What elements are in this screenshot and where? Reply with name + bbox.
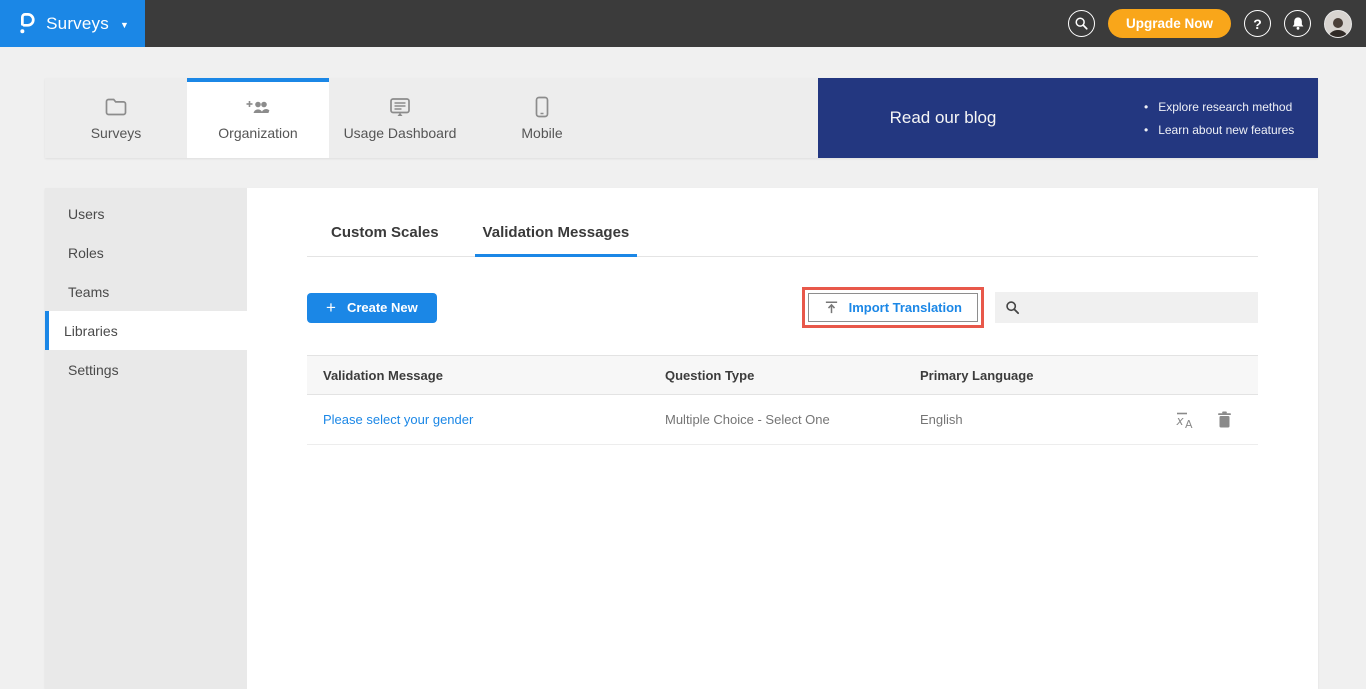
banner-title: Read our blog xyxy=(818,108,1068,128)
tab-surveys[interactable]: Surveys xyxy=(45,78,187,158)
question-mark-icon: ? xyxy=(1253,16,1262,32)
translate-button[interactable]: x A xyxy=(1174,410,1196,430)
svg-text:A: A xyxy=(1185,418,1193,430)
search-input[interactable] xyxy=(1028,300,1248,315)
sidebar-item-teams[interactable]: Teams xyxy=(45,272,247,311)
chevron-down-icon: ▼ xyxy=(120,20,129,30)
sidebar-item-label: Libraries xyxy=(64,323,118,339)
translate-icon: x A xyxy=(1174,410,1196,430)
search-field-container xyxy=(995,292,1258,323)
sidebar-item-label: Settings xyxy=(68,362,119,378)
module-nav-card: Surveys Organization xyxy=(45,78,1318,158)
help-button[interactable]: ? xyxy=(1244,10,1271,37)
svg-text:x: x xyxy=(1176,414,1185,428)
tab-label: Surveys xyxy=(91,125,142,141)
search-button[interactable] xyxy=(1068,10,1095,37)
dashboard-icon xyxy=(388,96,412,118)
tab-label: Usage Dashboard xyxy=(344,125,457,141)
import-translation-label: Import Translation xyxy=(849,300,962,315)
folder-icon xyxy=(104,96,128,118)
sidebar-item-settings[interactable]: Settings xyxy=(45,350,247,389)
sidebar-item-users[interactable]: Users xyxy=(45,194,247,233)
column-header-validation-message: Validation Message xyxy=(307,368,665,383)
user-avatar[interactable] xyxy=(1324,10,1352,38)
organization-panel: Users Roles Teams Libraries Settings Cus… xyxy=(45,188,1318,689)
column-header-question-type: Question Type xyxy=(665,368,920,383)
tab-custom-scales[interactable]: Custom Scales xyxy=(323,224,447,257)
sidebar-item-label: Roles xyxy=(68,245,104,261)
tab-label: Organization xyxy=(218,125,297,141)
questionpro-logo-icon xyxy=(16,11,36,36)
row-actions: x A xyxy=(1138,410,1258,430)
product-switcher[interactable]: Surveys ▼ xyxy=(0,0,145,47)
column-header-primary-language: Primary Language xyxy=(920,368,1138,383)
upgrade-now-button[interactable]: Upgrade Now xyxy=(1108,9,1231,38)
validation-messages-table: Validation Message Question Type Primary… xyxy=(307,355,1258,445)
toolbar: + Create New Import Translation xyxy=(307,287,1258,328)
bell-icon xyxy=(1291,16,1305,31)
sidebar-item-libraries[interactable]: Libraries xyxy=(45,311,247,350)
table-row: Please select your gender Multiple Choic… xyxy=(307,395,1258,445)
sidebar-item-label: Users xyxy=(68,206,105,222)
library-tabs: Custom Scales Validation Messages xyxy=(307,224,1258,257)
banner-bullet: Learn about new features xyxy=(1144,123,1294,137)
trash-icon xyxy=(1217,411,1232,429)
libraries-content: Custom Scales Validation Messages + Crea… xyxy=(247,188,1318,689)
import-translation-highlight-box: Import Translation xyxy=(802,287,984,328)
sidebar-item-roles[interactable]: Roles xyxy=(45,233,247,272)
search-icon xyxy=(1005,300,1020,315)
tab-validation-messages[interactable]: Validation Messages xyxy=(475,224,638,257)
table-header-row: Validation Message Question Type Primary… xyxy=(307,355,1258,395)
banner-bullet: Explore research method xyxy=(1144,100,1294,114)
topbar: Surveys ▼ Upgrade Now ? xyxy=(0,0,1366,47)
module-tabs: Surveys Organization xyxy=(45,78,818,158)
tab-mobile[interactable]: Mobile xyxy=(471,78,613,158)
upload-icon xyxy=(824,300,839,315)
product-name: Surveys xyxy=(46,14,109,34)
blog-promo-banner[interactable]: Read our blog Explore research method Le… xyxy=(818,78,1318,158)
mobile-icon xyxy=(535,96,549,118)
sidebar-item-label: Teams xyxy=(68,284,109,300)
question-type-cell: Multiple Choice - Select One xyxy=(665,412,920,427)
import-translation-button[interactable]: Import Translation xyxy=(808,293,978,322)
create-new-button[interactable]: + Create New xyxy=(307,293,437,323)
validation-message-link[interactable]: Please select your gender xyxy=(307,412,665,427)
organization-icon xyxy=(245,96,271,118)
notifications-button[interactable] xyxy=(1284,10,1311,37)
tab-usage-dashboard[interactable]: Usage Dashboard xyxy=(329,78,471,158)
delete-button[interactable] xyxy=(1217,411,1232,429)
banner-bullet-list: Explore research method Learn about new … xyxy=(1144,100,1294,137)
organization-sidebar: Users Roles Teams Libraries Settings xyxy=(45,188,247,689)
search-icon xyxy=(1074,16,1089,31)
plus-icon: + xyxy=(326,299,336,316)
create-new-label: Create New xyxy=(347,300,418,315)
tab-label: Mobile xyxy=(521,125,562,141)
tab-organization[interactable]: Organization xyxy=(187,78,329,158)
primary-language-cell: English xyxy=(920,412,1138,427)
